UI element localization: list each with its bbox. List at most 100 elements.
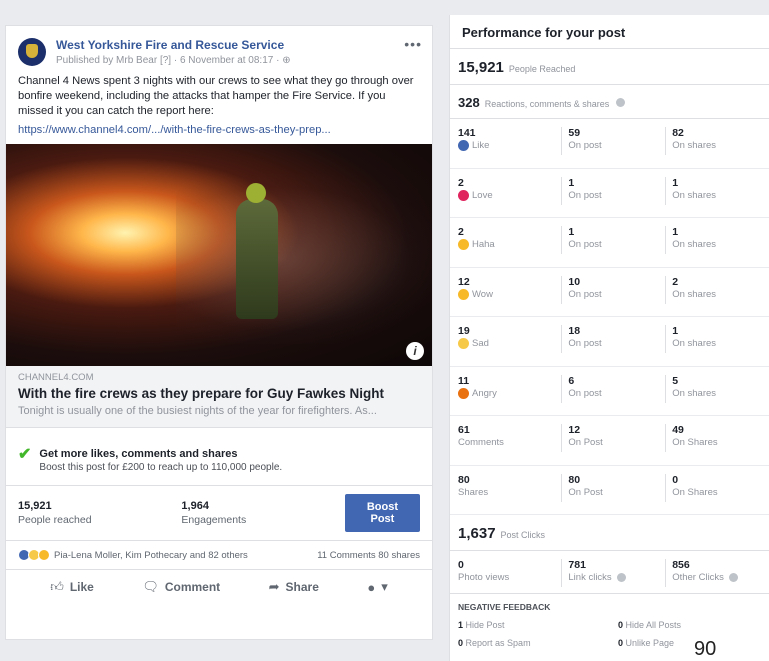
post-image[interactable]: i [6,144,432,366]
breakdown-table: 141 Like 59 On post 82 On shares 2 Love … [450,119,769,515]
hide-all-label: Hide All Posts [625,620,682,630]
people-reached-stat: 15,921 People reached [18,500,181,526]
post-clicks-label: Post Clicks [500,530,546,540]
on-shares-label: On shares [672,189,717,201]
on-shares-label: On Shares [672,486,718,498]
page-avatar[interactable] [18,38,46,66]
audience-selector[interactable]: ● ▾ [367,579,387,595]
on-post-number: 18 [568,325,581,337]
total-cell: 2 Haha [458,226,561,267]
photo-views-label: Photo views [458,572,510,583]
on-post-number: 1 [568,176,575,189]
on-post-number: 6 [568,374,575,387]
hide-all-number: 0 [618,620,624,630]
on-post-cell: 1 On post [561,176,665,205]
total-label: Sad [458,338,561,349]
on-shares-cell: 5 On shares [665,374,769,403]
info-icon[interactable] [616,573,626,582]
other-clicks-label: Other Clicks [672,572,769,583]
other-clicks-text: Other Clicks [672,572,724,583]
total-label: Like [458,140,561,151]
row-label: Wow [472,288,493,300]
on-shares-label: On shares [672,338,717,349]
link-title: With the fire crews as they prepare for … [18,386,384,401]
row-label: Love [472,189,493,201]
on-post-number: 12 [568,424,581,436]
link-clicks-number: 781 [568,559,586,571]
performance-panel: Performance for your post 15,921 People … [449,15,769,661]
link-clicks-label: Link clicks [568,572,665,583]
on-post-cell: 59 On post [561,127,665,155]
love-reaction-icon [458,189,469,201]
post-actions: 👍︎ Like 🗨︎ Comment ➦ Share ● ▾ [6,570,432,604]
on-post-label: On Post [568,437,603,448]
link-preview[interactable]: CHANNEL4.COM With the fire crews as they… [6,366,432,428]
performance-title: Performance for your post [450,15,769,49]
on-post-number: 59 [568,127,581,139]
on-shares-number: 5 [672,374,679,387]
total-cell: 61 Comments [458,424,561,465]
total-cell: 11 Angry [458,375,561,416]
comment-button[interactable]: 🗨︎ Comment [142,579,220,595]
total-label: Haha [458,239,561,250]
comment-icon: 🗨︎ [142,579,159,594]
unlike-stat: 0 Unlike Page [618,638,758,648]
row-label: Angry [472,387,497,399]
reaction-names[interactable]: Pia-Lena Moller, Kim Pothecary and 82 ot… [54,550,248,561]
row-label: Comments [458,437,504,448]
angry-reaction-icon [458,387,469,399]
comment-label: Comment [164,580,221,594]
post-clicks-number: 1,637 [458,525,496,542]
on-post-cell: 10 On post [561,275,665,304]
people-reached-number: 15,921 [18,500,52,512]
on-post-label: On post [568,189,602,201]
post-header: West Yorkshire Fire and Rescue Service P… [6,26,432,66]
on-post-cell: 18 On post [561,325,665,353]
like-button[interactable]: 👍︎ Like [50,579,94,595]
reactions-total-row: 328 Reactions, comments & shares [450,85,769,119]
total-number: 2 [458,176,464,189]
post-url-link[interactable]: https://www.channel4.com/.../with-the-fi… [6,119,432,136]
like-reaction-icon [458,140,469,151]
breakdown-row: 141 Like 59 On post 82 On shares [450,119,769,169]
other-clicks-cell: 856 Other Clicks [665,559,769,587]
reactions-summary[interactable]: Pia-Lena Moller, Kim Pothecary and 82 ot… [6,541,432,570]
on-shares-cell: 82 On shares [665,127,769,155]
comments-shares-count[interactable]: 11 Comments 80 shares [317,550,420,561]
info-icon[interactable] [728,573,738,582]
more-options-icon[interactable]: ••• [404,36,422,52]
on-shares-cell: 1 On shares [665,325,769,353]
breakdown-row: 80 Shares 80 On Post 0 On Shares [450,466,769,515]
info-icon[interactable]: i [406,342,424,360]
clicks-breakdown: 0 Photo views 781 Link clicks 856 Other … [450,551,769,594]
total-number: 12 [458,275,470,288]
share-button[interactable]: ➦ Share [269,579,319,595]
total-number: 61 [458,424,470,436]
on-post-label: On post [568,338,602,349]
total-cell: 19 Sad [458,325,561,366]
total-label: Wow [458,288,561,300]
info-icon[interactable] [616,98,626,107]
spam-number: 0 [458,638,464,648]
sad-reaction-icon [458,338,469,349]
on-post-label: On post [568,239,602,250]
total-number: 19 [458,325,470,337]
on-post-label: On post [568,387,602,399]
post-card: West Yorkshire Fire and Rescue Service P… [5,25,433,640]
negative-feedback-title: NEGATIVE FEEDBACK [458,602,551,612]
spam-label: Report as Spam [465,638,531,648]
link-clicks-text: Link clicks [568,572,612,583]
share-icon: ➦ [268,579,280,594]
photo-views-cell: 0 Photo views [458,559,561,587]
on-post-label: On post [568,140,602,151]
on-shares-label: On shares [672,140,717,151]
page-name-link[interactable]: West Yorkshire Fire and Rescue Service [56,38,291,52]
engagements-stat: 1,964 Engagements [181,500,344,526]
boost-post-button[interactable]: Boost Post [344,494,421,532]
total-number: 80 [458,473,470,486]
other-clicks-number: 856 [672,559,690,571]
people-reached-row: 15,921 People Reached [450,49,769,85]
on-shares-label: On shares [672,387,717,399]
firefighter-graphic [236,183,278,319]
breakdown-row: 61 Comments 12 On Post 49 On Shares [450,416,769,466]
